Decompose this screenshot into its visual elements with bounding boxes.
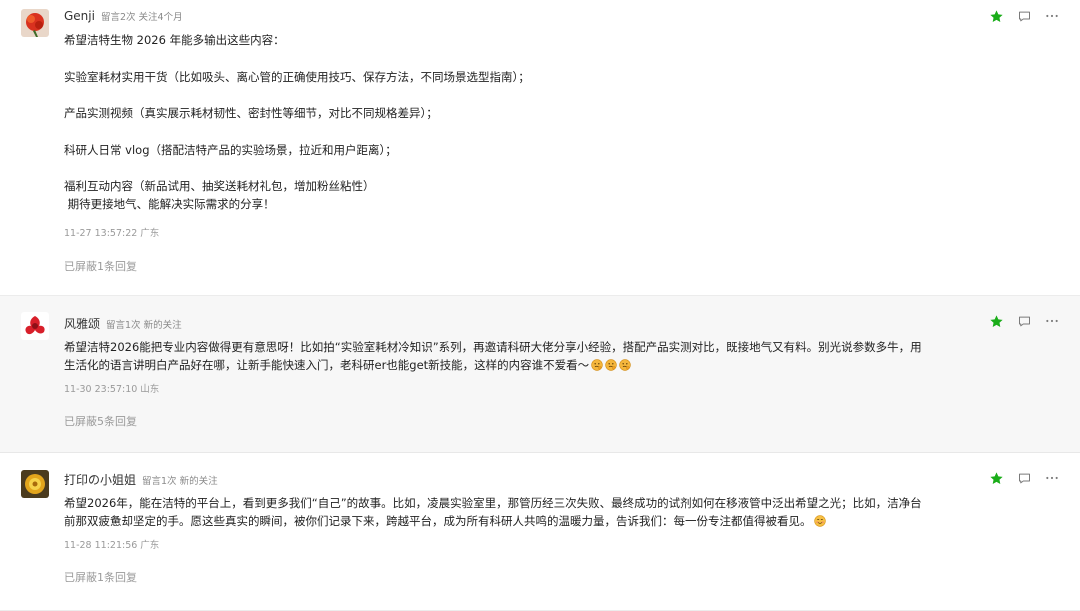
comment-icon[interactable] xyxy=(1016,470,1032,486)
comment-icon[interactable] xyxy=(1016,313,1032,329)
hidden-replies-link[interactable]: 已屏蔽1条回复 xyxy=(64,258,137,274)
comment-paragraph: 期待更接地气、能解决实际需求的分享！ xyxy=(64,197,275,211)
avatar[interactable] xyxy=(21,312,49,340)
commenter-meta: 留言1次 新的关注 xyxy=(142,476,218,487)
star-icon[interactable] xyxy=(988,8,1004,24)
avatar[interactable] xyxy=(21,9,49,37)
more-icon[interactable] xyxy=(1044,470,1060,486)
commenter-name[interactable]: Genji xyxy=(64,9,95,23)
comment-line-text: 前那双疲惫却坚定的手。愿这些真实的瞬间，被你们记录下来，跨越平台，成为所有科研人… xyxy=(64,514,812,528)
comment-text: 希望洁特2026能把专业内容做得更有意思呀！比如拍“实验室耗材冷知识”系列，再邀… xyxy=(64,338,944,374)
avatar-image xyxy=(21,9,49,37)
comment-item: 打印の小姐姐 留言1次 新的关注 希望2026年，能在洁特的平台上，看到更多我们… xyxy=(0,453,1080,611)
comment-line: 希望2026年，能在洁特的平台上，看到更多我们“自己”的故事。比如，凌晨实验室里… xyxy=(64,496,922,510)
avatar[interactable] xyxy=(21,470,49,498)
commenter-name[interactable]: 打印の小姐姐 xyxy=(64,471,136,488)
thinking-emoji xyxy=(605,359,617,371)
comment-timestamp: 11-27 13:57:22 广东 xyxy=(64,228,160,239)
commenter-meta: 留言1次 新的关注 xyxy=(106,320,182,331)
thinking-emoji xyxy=(591,359,603,371)
comment-paragraph: 希望洁特生物 2026 年能多输出这些内容： xyxy=(64,33,285,47)
avatar-image xyxy=(21,312,49,340)
comment-icon[interactable] xyxy=(1016,8,1032,24)
comment-paragraph: 实验室耗材实用干货（比如吸头、离心管的正确使用技巧、保存方法，不同场景选型指南）… xyxy=(64,69,530,84)
comment-text: 希望2026年，能在洁特的平台上，看到更多我们“自己”的故事。比如，凌晨实验室里… xyxy=(64,494,944,530)
comment-timestamp: 11-28 11:21:56 广东 xyxy=(64,540,160,551)
star-icon[interactable] xyxy=(988,470,1004,486)
commenter-meta: 留言2次 关注4个月 xyxy=(100,12,183,23)
avatar-image xyxy=(21,470,49,498)
star-icon[interactable] xyxy=(988,313,1004,329)
comment-line-text: 生活化的语言讲明白产品好在哪，让新手能快速入门，老科研er也能get新技能，这样… xyxy=(64,358,590,372)
hidden-replies-link[interactable]: 已屏蔽1条回复 xyxy=(64,569,137,585)
thinking-emoji xyxy=(619,359,631,371)
comment-paragraph: 福利互动内容（新品试用、抽奖送耗材礼包，增加粉丝粘性） xyxy=(64,179,375,193)
comment-timestamp: 11-30 23:57:10 山东 xyxy=(64,384,160,395)
smile-emoji xyxy=(814,515,826,527)
comment-item: Genji 留言2次 关注4个月 希望洁特生物 2026 年能多输出这些内容： … xyxy=(0,0,1080,296)
commenter-name[interactable]: 风雅颂 xyxy=(64,315,100,332)
comment-line: 生活化的语言讲明白产品好在哪，让新手能快速入门，老科研er也能get新技能，这样… xyxy=(64,356,944,374)
comment-paragraph: 产品实测视频（真实展示耗材韧性、密封性等细节，对比不同规格差异）； xyxy=(64,106,438,120)
comment-item: 风雅颂 留言1次 新的关注 希望洁特2026能把专业内容做得更有意思呀！比如拍“… xyxy=(0,296,1080,453)
comment-line: 希望洁特2026能把专业内容做得更有意思呀！比如拍“实验室耗材冷知识”系列，再邀… xyxy=(64,340,922,354)
comment-text: 希望洁特生物 2026 年能多输出这些内容： 实验室耗材实用干货（比如吸头、离心… xyxy=(64,31,944,213)
comment-paragraph: 科研人日常 vlog（搭配洁特产品的实验场景，拉近和用户距离）； xyxy=(64,142,397,157)
comment-line: 前那双疲惫却坚定的手。愿这些真实的瞬间，被你们记录下来，跨越平台，成为所有科研人… xyxy=(64,512,944,530)
more-icon[interactable] xyxy=(1044,313,1060,329)
hidden-replies-link[interactable]: 已屏蔽5条回复 xyxy=(64,413,137,429)
more-icon[interactable] xyxy=(1044,8,1060,24)
